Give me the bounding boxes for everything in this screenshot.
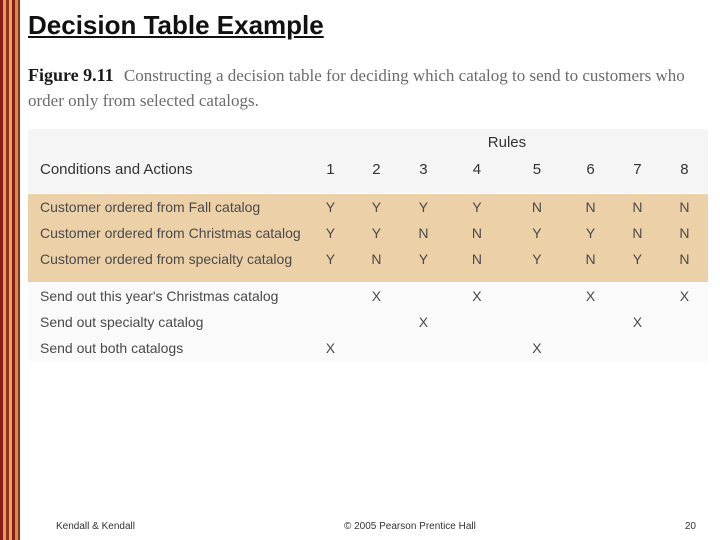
cell: N bbox=[353, 246, 400, 272]
cell: Y bbox=[614, 246, 661, 272]
rule-col-7: 7 bbox=[614, 156, 661, 183]
rule-col-6: 6 bbox=[567, 156, 614, 183]
condition-label: Customer ordered from Fall catalog bbox=[28, 194, 308, 221]
cell: Y bbox=[400, 246, 447, 272]
rule-col-1: 1 bbox=[308, 156, 353, 183]
cell: X bbox=[308, 335, 353, 361]
cell: Y bbox=[567, 220, 614, 246]
condition-row-1: Customer ordered from Fall catalog Y Y Y… bbox=[28, 194, 708, 221]
figure-caption-text: Constructing a decision table for decidi… bbox=[28, 66, 685, 110]
cell: N bbox=[507, 194, 567, 221]
cell: N bbox=[614, 220, 661, 246]
cell: Y bbox=[507, 220, 567, 246]
cell: Y bbox=[308, 194, 353, 221]
cell bbox=[507, 309, 567, 335]
cell: X bbox=[400, 309, 447, 335]
action-label: Send out both catalogs bbox=[28, 335, 308, 361]
figure-block: Figure 9.11 Constructing a decision tabl… bbox=[28, 62, 708, 361]
cell bbox=[614, 283, 661, 310]
cell: Y bbox=[507, 246, 567, 272]
cell: N bbox=[400, 220, 447, 246]
footer-page-number: 20 bbox=[685, 521, 696, 532]
cell: X bbox=[447, 283, 507, 310]
cell: Y bbox=[400, 194, 447, 221]
cell: N bbox=[447, 246, 507, 272]
cell bbox=[447, 309, 507, 335]
cell: N bbox=[661, 194, 708, 221]
cell: N bbox=[447, 220, 507, 246]
cell bbox=[507, 283, 567, 310]
cell bbox=[567, 309, 614, 335]
condition-label: Customer ordered from Christmas catalog bbox=[28, 220, 308, 246]
cell bbox=[353, 309, 400, 335]
rules-heading-row: Rules bbox=[28, 129, 708, 156]
rule-col-5: 5 bbox=[507, 156, 567, 183]
cell: Y bbox=[353, 194, 400, 221]
cell: X bbox=[507, 335, 567, 361]
cell: N bbox=[661, 246, 708, 272]
footer-author: Kendall & Kendall bbox=[56, 521, 135, 532]
rule-col-4: 4 bbox=[447, 156, 507, 183]
figure-label: Figure 9.11 bbox=[28, 65, 114, 85]
spacer-row bbox=[28, 272, 708, 283]
condition-row-2: Customer ordered from Christmas catalog … bbox=[28, 220, 708, 246]
cell: N bbox=[661, 220, 708, 246]
cell bbox=[567, 335, 614, 361]
cell: N bbox=[567, 246, 614, 272]
cell: Y bbox=[447, 194, 507, 221]
header-conditions-actions: Conditions and Actions bbox=[28, 156, 308, 183]
decision-table: Rules Conditions and Actions 1 2 3 4 5 6… bbox=[28, 129, 708, 361]
cell: X bbox=[661, 283, 708, 310]
action-row-3: Send out both catalogs X X bbox=[28, 335, 708, 361]
action-row-2: Send out specialty catalog X X bbox=[28, 309, 708, 335]
action-row-1: Send out this year's Christmas catalog X… bbox=[28, 283, 708, 310]
table-header-row: Conditions and Actions 1 2 3 4 5 6 7 8 bbox=[28, 156, 708, 183]
slide-title: Decision Table Example bbox=[28, 10, 324, 41]
condition-row-3: Customer ordered from specialty catalog … bbox=[28, 246, 708, 272]
cell bbox=[614, 335, 661, 361]
spacer-row bbox=[28, 183, 708, 194]
cell: Y bbox=[308, 220, 353, 246]
cell bbox=[308, 283, 353, 310]
cell: X bbox=[614, 309, 661, 335]
cell bbox=[400, 283, 447, 310]
condition-label: Customer ordered from specialty catalog bbox=[28, 246, 308, 272]
cell: N bbox=[614, 194, 661, 221]
cell bbox=[400, 335, 447, 361]
rule-col-3: 3 bbox=[400, 156, 447, 183]
rule-col-2: 2 bbox=[353, 156, 400, 183]
cell bbox=[308, 309, 353, 335]
decorative-left-stripe bbox=[0, 0, 20, 540]
cell: X bbox=[353, 283, 400, 310]
footer-copyright: © 2005 Pearson Prentice Hall bbox=[135, 521, 685, 532]
cell: Y bbox=[353, 220, 400, 246]
cell bbox=[661, 335, 708, 361]
cell: Y bbox=[308, 246, 353, 272]
cell: X bbox=[567, 283, 614, 310]
action-label: Send out specialty catalog bbox=[28, 309, 308, 335]
action-label: Send out this year's Christmas catalog bbox=[28, 283, 308, 310]
figure-caption: Figure 9.11 Constructing a decision tabl… bbox=[28, 62, 708, 113]
cell bbox=[353, 335, 400, 361]
cell bbox=[661, 309, 708, 335]
rule-col-8: 8 bbox=[661, 156, 708, 183]
cell bbox=[447, 335, 507, 361]
slide-footer: Kendall & Kendall © 2005 Pearson Prentic… bbox=[0, 521, 720, 532]
rules-heading: Rules bbox=[447, 129, 567, 156]
cell: N bbox=[567, 194, 614, 221]
